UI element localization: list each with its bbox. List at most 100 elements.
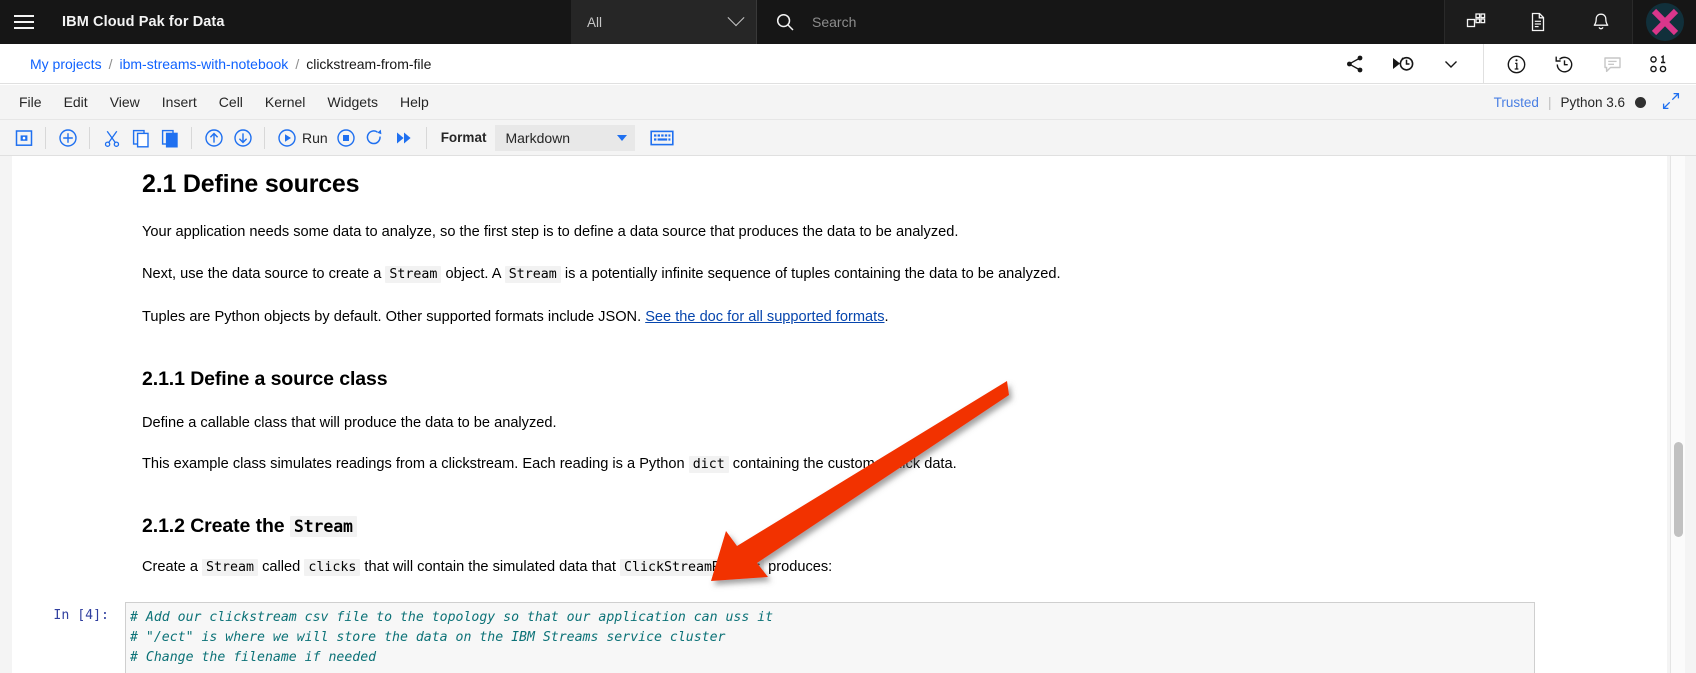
breadcrumb-bar: My projects / ibm-streams-with-notebook …: [0, 44, 1696, 84]
menu-help[interactable]: Help: [389, 85, 440, 120]
insert-cell-below-button[interactable]: [53, 124, 82, 152]
global-search: [757, 0, 1384, 44]
chevron-down-icon[interactable]: [1427, 44, 1475, 84]
hamburger-icon[interactable]: [0, 0, 48, 44]
markdown-cell-heading-2-1[interactable]: 2.1 Define sources: [12, 156, 1667, 199]
move-cell-up-button[interactable]: [199, 124, 228, 152]
code-line-comment-3: # Change the filename if needed: [130, 648, 1528, 668]
markdown-cell-create-clicks[interactable]: Create a Stream called clicks that will …: [12, 538, 1667, 578]
keyboard-icon[interactable]: [647, 124, 677, 152]
text-run: called: [258, 558, 305, 575]
paste-cell-button[interactable]: [155, 124, 184, 152]
cell-format-select[interactable]: Markdown: [495, 124, 636, 151]
menu-edit[interactable]: Edit: [53, 85, 99, 120]
breadcrumb-item-my-projects[interactable]: My projects: [30, 56, 102, 72]
paragraph-example-class: This example class simulates readings fr…: [142, 454, 1547, 475]
save-checkpoint-button[interactable]: [9, 124, 38, 152]
text-run: 2.1.2 Create the: [142, 514, 290, 537]
notebook-paper: 2.1 Define sources Your application need…: [12, 156, 1667, 673]
menu-cell[interactable]: Cell: [208, 85, 254, 120]
app-switcher-icon[interactable]: [1454, 0, 1498, 44]
menu-file[interactable]: File: [8, 85, 53, 120]
version-history-icon[interactable]: [1540, 44, 1588, 84]
restart-kernel-button[interactable]: [361, 124, 390, 152]
code-snippets-icon[interactable]: [1636, 44, 1684, 84]
code-cell-editor[interactable]: # Add our clickstream csv file to the to…: [125, 601, 1535, 673]
play-icon: [278, 128, 296, 147]
notebook-vertical-scrollbar[interactable]: [1670, 156, 1685, 673]
breadcrumb-actions: [1331, 44, 1696, 84]
inline-code-clicks: clicks: [304, 558, 361, 576]
menu-view[interactable]: View: [99, 85, 151, 120]
breadcrumb-item-current: clickstream-from-file: [306, 55, 432, 72]
text-run: This example class simulates readings fr…: [142, 455, 689, 472]
search-scope-select[interactable]: All: [571, 0, 757, 44]
run-label: Run: [302, 129, 328, 146]
markdown-cell-example-class[interactable]: This example class simulates readings fr…: [12, 435, 1667, 475]
paragraph-define-source: Your application needs some data to anal…: [142, 224, 959, 240]
chevron-down-icon: [727, 9, 745, 27]
search-input[interactable]: [795, 1, 1384, 43]
code-line-comment-1: # Add our clickstream csv file to the to…: [130, 608, 1528, 628]
inline-code-dict: dict: [688, 455, 729, 473]
trusted-badge[interactable]: Trusted: [1494, 95, 1539, 110]
markdown-cell-heading-2-1-2[interactable]: 2.1.2 Create the Stream: [12, 475, 1667, 538]
move-cell-down-button[interactable]: [228, 124, 257, 152]
search-icon: [775, 12, 795, 32]
inline-code-stream: Stream: [385, 266, 442, 284]
share-icon[interactable]: [1331, 44, 1379, 84]
menu-kernel[interactable]: Kernel: [254, 85, 316, 120]
cut-cell-button[interactable]: [97, 124, 126, 152]
inline-code-clickstreamreader: ClickStreamReader: [619, 558, 765, 576]
copy-cell-button[interactable]: [126, 124, 155, 152]
inline-code-stream: Stream: [202, 558, 259, 576]
notebook-status-area: Trusted | Python 3.6: [1494, 85, 1686, 120]
link-supported-formats[interactable]: See the doc for all supported formats: [645, 309, 884, 325]
kernel-name: Python 3.6: [1560, 95, 1625, 110]
toolbar-divider: [89, 126, 90, 149]
markdown-cell-define-source[interactable]: Your application needs some data to anal…: [12, 199, 1667, 243]
interrupt-kernel-button[interactable]: [332, 124, 361, 152]
kernel-idle-dot: [1635, 97, 1646, 108]
format-label: Format: [440, 130, 487, 145]
run-cell-button[interactable]: Run: [272, 128, 332, 148]
comment-text: # Change the filename if needed: [130, 650, 377, 666]
heading-2-1-2: 2.1.2 Create the Stream: [142, 515, 1547, 538]
menu-widgets[interactable]: Widgets: [316, 85, 389, 120]
status-separator: |: [1547, 95, 1552, 110]
notifications-icon[interactable]: [1579, 0, 1623, 44]
text-run: is a potentially infinite sequence of tu…: [560, 266, 1061, 283]
inline-code-stream: Stream: [289, 515, 357, 537]
comments-icon[interactable]: [1588, 44, 1636, 84]
expand-icon[interactable]: [1662, 92, 1680, 113]
comment-text: # Add our clickstream csv file to the to…: [130, 609, 774, 625]
menu-insert[interactable]: Insert: [151, 85, 208, 120]
code-line-comment-2: # "/ect" is where we will store the data…: [130, 628, 1528, 648]
notebook-body: 2.1 Define sources Your application need…: [0, 156, 1696, 673]
markdown-cell-callable-class[interactable]: Define a callable class that will produc…: [12, 391, 1667, 434]
markdown-cell-heading-2-1-1[interactable]: 2.1.1 Define a source class: [12, 328, 1667, 391]
markdown-cell-stream-object[interactable]: Next, use the data source to create a St…: [12, 243, 1667, 285]
breadcrumb: My projects / ibm-streams-with-notebook …: [0, 56, 431, 72]
breadcrumb-item-project[interactable]: ibm-streams-with-notebook: [119, 56, 288, 72]
markdown-cell-tuples-formats[interactable]: Tuples are Python objects by default. Ot…: [12, 285, 1667, 328]
scrollbar-thumb[interactable]: [1674, 442, 1683, 537]
inline-code-stream: Stream: [504, 266, 561, 284]
text-run: that will contain the simulated data tha…: [360, 558, 620, 575]
restart-run-all-button[interactable]: [390, 124, 419, 152]
paragraph-callable-class: Define a callable class that will produc…: [142, 415, 557, 432]
avatar: [1645, 3, 1684, 41]
run-history-icon[interactable]: [1379, 44, 1427, 84]
text-run: Tuples are Python objects by default. Ot…: [142, 309, 646, 326]
info-icon[interactable]: [1492, 44, 1540, 84]
toolbar-divider: [45, 126, 46, 149]
code-cell-4[interactable]: In [4]: # Add our clickstream csv file t…: [12, 601, 1667, 673]
notebook-menubar: File Edit View Insert Cell Kernel Widget…: [0, 85, 1696, 120]
global-header-icons: [1444, 0, 1632, 44]
cell-format-value: Markdown: [505, 129, 571, 146]
chevron-down-icon: [617, 134, 628, 141]
text-run: Create a: [142, 558, 203, 575]
documentation-icon[interactable]: [1516, 0, 1560, 44]
text-run: containing the customer click data.: [728, 455, 957, 472]
user-avatar[interactable]: [1632, 0, 1696, 44]
